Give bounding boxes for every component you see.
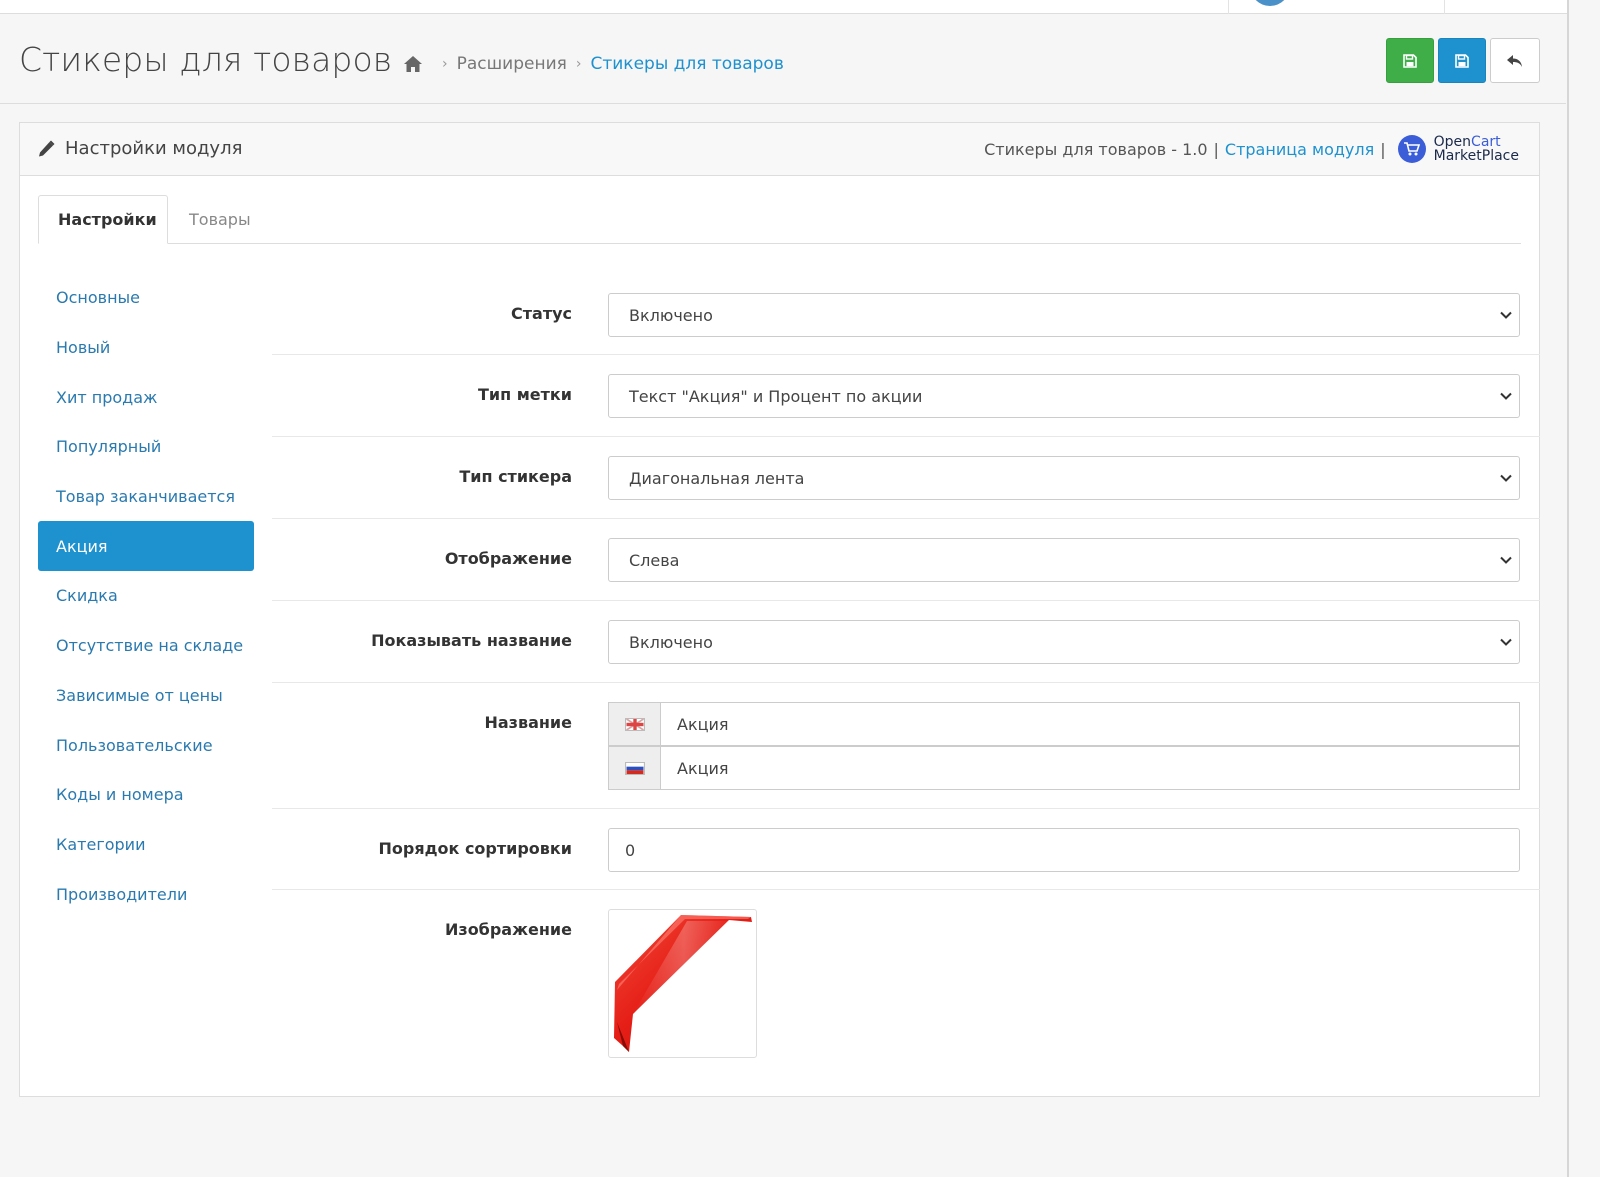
display-label: Отображение bbox=[444, 549, 572, 568]
sidebar-item-special[interactable]: Акция bbox=[38, 521, 254, 572]
page-scrollbar[interactable] bbox=[1567, 0, 1569, 1177]
save-icon bbox=[1403, 53, 1417, 68]
display-select[interactable]: Слева bbox=[608, 538, 1520, 582]
page-title: Стикеры для товаров bbox=[19, 40, 393, 79]
sidebar-item-low-stock[interactable]: Товар заканчивается bbox=[38, 472, 254, 522]
show-name-value: Включено bbox=[629, 632, 713, 652]
logo-marketplace: MarketPlace bbox=[1433, 148, 1519, 164]
save-icon bbox=[1455, 53, 1469, 68]
chevron-down-icon bbox=[1500, 556, 1512, 564]
module-page-link[interactable]: Страница модуля bbox=[1225, 140, 1374, 159]
sidebar-item-custom[interactable]: Пользовательские bbox=[38, 720, 254, 770]
flag-ru-icon bbox=[609, 747, 661, 789]
chevron-down-icon bbox=[1500, 638, 1512, 646]
tab-settings[interactable]: Настройки bbox=[38, 195, 168, 244]
tab-products[interactable]: Товары bbox=[170, 195, 270, 244]
navbar-divider bbox=[1444, 0, 1445, 14]
sort-order-input[interactable]: 0 bbox=[608, 828, 1520, 872]
form-row-image: Изображение bbox=[272, 890, 1540, 1070]
module-meta: Стикеры для товаров - 1.0 | Страница мод… bbox=[984, 135, 1519, 163]
diagonal-ribbon-image bbox=[614, 915, 752, 1052]
panel-title-text: Настройки модуля bbox=[65, 138, 243, 159]
label-type-label: Тип метки bbox=[477, 385, 572, 404]
opencart-marketplace-logo[interactable]: OpenCart MarketPlace bbox=[1397, 135, 1519, 164]
sidebar-item-out-of-stock[interactable]: Отсутствие на складе bbox=[38, 621, 254, 671]
sidebar-item-manufacturers[interactable]: Производители bbox=[38, 869, 254, 919]
save-stay-button[interactable] bbox=[1386, 38, 1434, 83]
user-avatar[interactable] bbox=[1250, 0, 1290, 6]
meta-divider: | bbox=[1380, 139, 1386, 159]
save-button[interactable] bbox=[1438, 38, 1486, 83]
sort-order-value: 0 bbox=[625, 840, 636, 860]
status-select[interactable]: Включено bbox=[608, 293, 1520, 337]
reply-icon bbox=[1507, 54, 1522, 67]
pencil-icon bbox=[39, 140, 55, 156]
breadcrumb-separator: › bbox=[575, 56, 582, 72]
breadcrumb-current[interactable]: Стикеры для товаров bbox=[590, 54, 783, 74]
name-label: Название bbox=[484, 713, 572, 732]
status-value: Включено bbox=[629, 305, 713, 325]
form-row-sort-order: Порядок сортировки 0 bbox=[272, 809, 1540, 890]
sidebar-item-codes[interactable]: Коды и номера bbox=[38, 770, 254, 820]
sticker-type-value: Диагональная лента bbox=[629, 468, 805, 488]
name-en-value: Акция bbox=[677, 714, 729, 734]
top-navbar bbox=[0, 0, 1568, 14]
sticker-type-nav: Основные Новый Хит продаж Популярный Тов… bbox=[38, 273, 254, 919]
sidebar-item-bestseller[interactable]: Хит продаж bbox=[38, 372, 254, 422]
name-ru-value: Акция bbox=[677, 758, 729, 778]
settings-panel: Настройки модуля Стикеры для товаров - 1… bbox=[19, 122, 1540, 1097]
form-row-name: Название Акция Акция bbox=[272, 683, 1540, 809]
label-type-select[interactable]: Текст "Акция" и Процент по акции bbox=[608, 374, 1520, 418]
form-row-show-name: Показывать название Включено bbox=[272, 601, 1540, 683]
sticker-type-label: Тип стикера bbox=[459, 467, 572, 486]
sidebar-item-discount[interactable]: Скидка bbox=[38, 571, 254, 621]
sticker-settings-form: Статус Включено Тип метки Текст "Акция" … bbox=[272, 273, 1540, 1070]
name-input-en[interactable]: Акция bbox=[608, 702, 1520, 746]
chevron-down-icon bbox=[1500, 474, 1512, 482]
form-row-status: Статус Включено bbox=[272, 273, 1540, 355]
breadcrumb: › Расширения › Стикеры для товаров bbox=[403, 54, 784, 74]
panel-heading: Настройки модуля Стикеры для товаров - 1… bbox=[20, 123, 1539, 176]
label-type-value: Текст "Акция" и Процент по акции bbox=[629, 386, 923, 406]
breadcrumb-extensions[interactable]: Расширения bbox=[457, 54, 567, 74]
module-version: Стикеры для товаров - 1.0 bbox=[984, 139, 1208, 159]
chevron-down-icon bbox=[1500, 392, 1512, 400]
sidebar-item-price-dependent[interactable]: Зависимые от цены bbox=[38, 671, 254, 721]
breadcrumb-separator: › bbox=[442, 56, 448, 72]
show-name-select[interactable]: Включено bbox=[608, 620, 1520, 664]
status-label: Статус bbox=[511, 304, 572, 323]
sidebar-item-categories[interactable]: Категории bbox=[38, 820, 254, 870]
home-icon[interactable] bbox=[403, 55, 423, 73]
panel-title: Настройки модуля bbox=[37, 138, 242, 159]
flag-en-icon bbox=[609, 703, 661, 745]
sidebar-item-basic[interactable]: Основные bbox=[38, 273, 254, 323]
form-row-label-type: Тип метки Текст "Акция" и Процент по акц… bbox=[272, 355, 1540, 437]
show-name-label: Показывать название bbox=[371, 631, 572, 650]
page-header: Стикеры для товаров › Расширения › Стике… bbox=[0, 14, 1566, 104]
navbar-divider bbox=[1228, 0, 1229, 14]
display-value: Слева bbox=[629, 550, 680, 570]
form-row-sticker-type: Тип стикера Диагональная лента bbox=[272, 437, 1540, 519]
sticker-type-select[interactable]: Диагональная лента bbox=[608, 456, 1520, 500]
sort-order-label: Порядок сортировки bbox=[378, 839, 572, 858]
back-button[interactable] bbox=[1490, 38, 1540, 83]
meta-divider: | bbox=[1213, 139, 1219, 159]
form-row-display: Отображение Слева bbox=[272, 519, 1540, 601]
sticker-image-thumbnail[interactable] bbox=[608, 909, 757, 1058]
module-tabs: Настройки Товары bbox=[38, 195, 1521, 244]
cart-icon bbox=[1397, 135, 1426, 163]
sidebar-item-popular[interactable]: Популярный bbox=[38, 422, 254, 472]
image-label: Изображение bbox=[445, 920, 572, 939]
sidebar-item-new[interactable]: Новый bbox=[38, 323, 254, 373]
name-input-ru[interactable]: Акция bbox=[608, 746, 1520, 790]
chevron-down-icon bbox=[1500, 311, 1512, 319]
